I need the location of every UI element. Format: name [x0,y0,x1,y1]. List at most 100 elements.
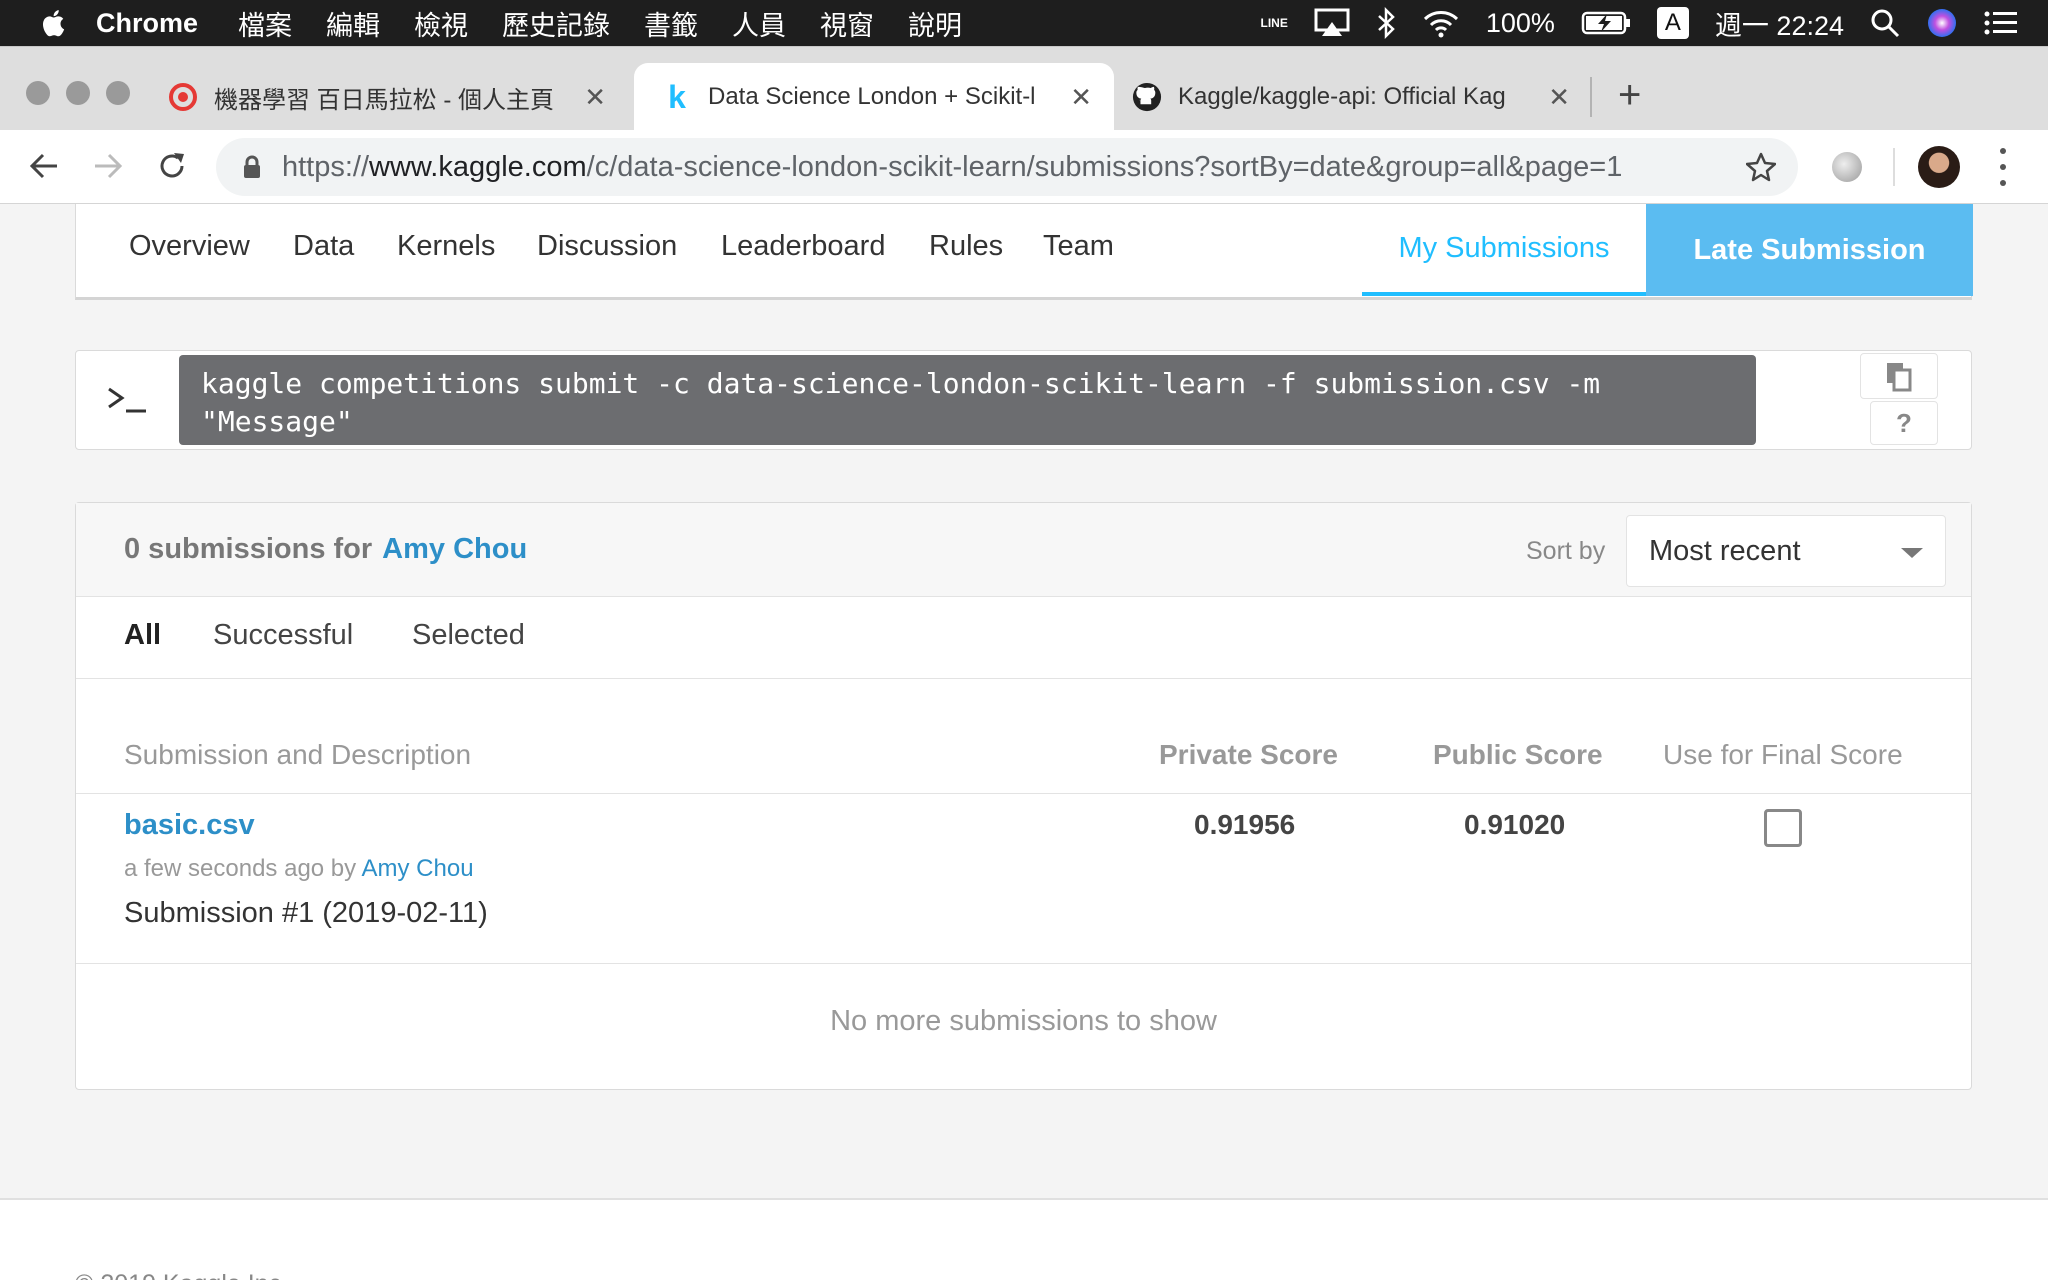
tab-kaggle-active[interactable]: k Data Science London + Scikit-l ✕ [634,63,1114,131]
github-favicon-icon [1132,82,1162,112]
footer-copyright: © 2019 Kaggle Inc [75,1270,281,1280]
url-text: https://www.kaggle.com/c/data-science-lo… [282,151,1622,184]
nav-rules[interactable]: Rules [929,230,1003,263]
sort-by-label: Sort by [1526,537,1606,565]
nav-team[interactable]: Team [1043,230,1114,263]
submissions-panel: 0 submissions for Amy Chou Sort by Most r… [75,502,1972,1090]
tab-title: 機器學習 百日馬拉松 - 個人主頁 [214,86,554,114]
menu-app-chrome[interactable]: Chrome [96,8,198,39]
toolbar-divider [1893,148,1895,186]
reload-icon[interactable] [152,146,192,186]
submission-file-link[interactable]: basic.csv [124,809,255,842]
line-icon[interactable]: LINE [1261,16,1288,30]
copy-command-button[interactable] [1860,353,1938,399]
column-header-description: Submission and Description [124,739,472,770]
extension-icon[interactable] [1832,152,1862,182]
nav-data[interactable]: Data [293,230,354,263]
tab-close-icon[interactable]: ✕ [1070,82,1092,113]
submission-filter-tabs: All Successful Selected [76,597,1971,679]
wifi-icon[interactable] [1422,8,1460,38]
submissions-header: 0 submissions for Amy Chou Sort by Most r… [76,503,1971,597]
tab-marathon[interactable]: 機器學習 百日馬拉松 - 個人主頁 ✕ [168,63,628,131]
new-tab-button[interactable]: + [1618,75,1641,115]
bookmark-star-icon[interactable] [1746,152,1776,182]
macos-menubar: Chrome 檔案 編輯 檢視 歷史記錄 書籤 人員 視窗 說明 LINE 10… [0,0,2048,46]
nav-leaderboard[interactable]: Leaderboard [721,230,885,263]
menu-history[interactable]: 歷史記錄 [502,4,610,43]
profile-avatar[interactable] [1918,146,1960,188]
submission-meta: a few seconds ago by Amy Chou [124,855,474,883]
browser-tab-bar: 機器學習 百日馬拉松 - 個人主頁 ✕ k Data Science Londo… [0,46,2048,131]
battery-icon[interactable] [1581,10,1631,36]
menu-file[interactable]: 檔案 [238,4,292,43]
menu-bookmarks[interactable]: 書籤 [644,4,698,43]
api-help-button[interactable]: ? [1870,401,1938,445]
forward-arrow-icon[interactable] [88,146,128,186]
late-submission-button[interactable]: Late Submission [1646,204,1973,296]
tab-title: Data Science London + Scikit-l [708,83,1036,110]
lock-icon[interactable] [242,155,262,179]
submission-time: a few seconds ago by [124,855,357,882]
nav-discussion[interactable]: Discussion [537,230,677,263]
column-header-public-score[interactable]: Public Score [1433,739,1603,771]
address-bar[interactable]: https://www.kaggle.com/c/data-science-lo… [216,138,1798,196]
siri-icon[interactable] [1926,7,1958,39]
submission-count: 0 submissions for Amy Chou [124,533,527,566]
public-score-value: 0.91020 [1464,809,1566,840]
use-for-final-score-checkbox[interactable] [1764,809,1802,847]
input-method-icon[interactable]: A [1656,7,1689,39]
api-command-text[interactable]: kaggle competitions submit -c data-scien… [179,355,1756,445]
tab-divider [1590,77,1592,117]
tab-my-submissions[interactable]: My Submissions [1362,204,1646,296]
menu-help[interactable]: 說明 [908,4,962,43]
battery-percent: 100% [1485,7,1555,38]
sort-dropdown[interactable]: Most recent [1626,515,1946,587]
kaggle-favicon-icon: k [668,78,686,115]
nav-kernels[interactable]: Kernels [397,230,495,263]
back-arrow-icon[interactable] [24,146,64,186]
page-footer: © 2019 Kaggle Inc [0,1198,2048,1280]
kaggle-page: Overview Data Kernels Discussion Leaderb… [0,204,2048,1280]
menu-window[interactable]: 視窗 [820,4,874,43]
table-divider [76,793,1971,794]
tab-kaggle-api-github[interactable]: Kaggle/kaggle-api: Official Kag ✕ [1132,63,1592,131]
private-score-value: 0.91956 [1194,809,1296,840]
chevron-down-icon [1901,548,1923,558]
airplay-icon[interactable] [1314,8,1350,38]
apple-icon[interactable] [40,8,70,38]
empty-state-text: No more submissions to show [830,1005,1217,1037]
filter-all[interactable]: All [124,619,161,652]
nav-overview[interactable]: Overview [129,230,250,263]
submission-description: Submission #1 (2019-02-11) [124,897,488,929]
tab-close-icon[interactable]: ✕ [1548,82,1570,113]
chrome-menu-icon[interactable] [1996,148,2010,186]
user-link[interactable]: Amy Chou [382,533,527,565]
menu-view[interactable]: 檢視 [414,4,468,43]
column-header-final-score: Use for Final Score [1663,739,1903,770]
url-path: /c/data-science-london-scikit-learn/subm… [586,150,1623,183]
spotlight-search-icon[interactable] [1870,8,1900,38]
tab-title: Kaggle/kaggle-api: Official Kag [1178,83,1506,110]
window-zoom-button[interactable] [106,81,130,105]
filter-successful[interactable]: Successful [213,619,353,652]
competition-nav: Overview Data Kernels Discussion Leaderb… [75,204,1973,300]
menu-people[interactable]: 人員 [732,4,786,43]
submission-author-link[interactable]: Amy Chou [362,855,474,882]
bluetooth-icon[interactable] [1376,7,1396,39]
notification-center-icon[interactable] [1984,10,2018,36]
tab-close-icon[interactable]: ✕ [584,82,606,113]
window-close-button[interactable] [26,81,50,105]
url-host: www.kaggle.com [369,150,587,183]
window-minimize-button[interactable] [66,81,90,105]
browser-toolbar: https://www.kaggle.com/c/data-science-lo… [0,130,2048,204]
column-header-private-score[interactable]: Private Score [1159,739,1338,771]
menubar-status-area: LINE 100% A 週一 22:24 [1261,0,2018,46]
menu-edit[interactable]: 編輯 [326,4,380,43]
sort-dropdown-value: Most recent [1649,534,1801,567]
table-divider [76,963,1971,964]
filter-selected[interactable]: Selected [412,619,525,652]
copy-icon [1887,363,1912,392]
submission-count-label: 0 submissions for [124,533,373,565]
api-command-box: kaggle competitions submit -c data-scien… [75,350,1972,450]
menubar-clock[interactable]: 週一 22:24 [1715,4,1844,43]
